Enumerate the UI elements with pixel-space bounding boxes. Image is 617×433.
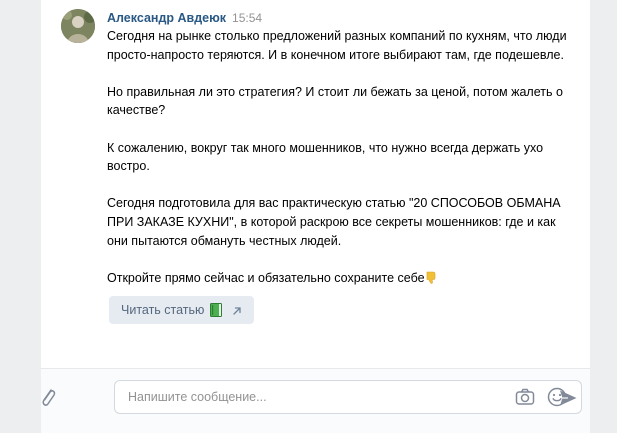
message-paragraph-last: Откройте прямо сейчас и обязательно сохр… [107, 269, 577, 288]
camera-icon[interactable] [514, 386, 536, 408]
message-paragraph: Сегодня на рынке столько предложений раз… [107, 29, 567, 62]
message-paragraph: Сегодня подготовила для вас практическую… [107, 196, 561, 248]
author-name[interactable]: Александр Авдеюк [107, 11, 226, 25]
message-input-box[interactable] [114, 380, 582, 414]
message-paragraph: К сожалению, вокруг так много мошенников… [107, 140, 544, 174]
message-body: Александр Авдеюк 15:54 Сегодня на рынке с… [107, 9, 577, 287]
send-icon[interactable] [557, 387, 579, 409]
avatar[interactable] [61, 9, 95, 43]
book-icon [210, 303, 223, 317]
message-input[interactable] [115, 381, 495, 413]
message-text: Сегодня на рынке столько предложений раз… [107, 27, 577, 287]
read-article-button[interactable]: Читать статью [109, 296, 255, 324]
thumb-down-icon [426, 271, 436, 284]
read-article-label: Читать статью [121, 303, 205, 317]
message-paragraph-text: Откройте прямо сейчас и обязательно сохр… [107, 270, 425, 285]
external-arrow-icon [232, 305, 242, 315]
message-time[interactable]: 15:54 [232, 11, 262, 25]
chat-panel: Александр Авдеюк 15:54 Сегодня на рынке с… [41, 0, 590, 433]
paperclip-icon[interactable] [38, 384, 62, 412]
message-paragraph: Но правильная ли это стратегия? И стоит … [107, 84, 563, 118]
message-header: Александр Авдеюк 15:54 [107, 9, 577, 27]
